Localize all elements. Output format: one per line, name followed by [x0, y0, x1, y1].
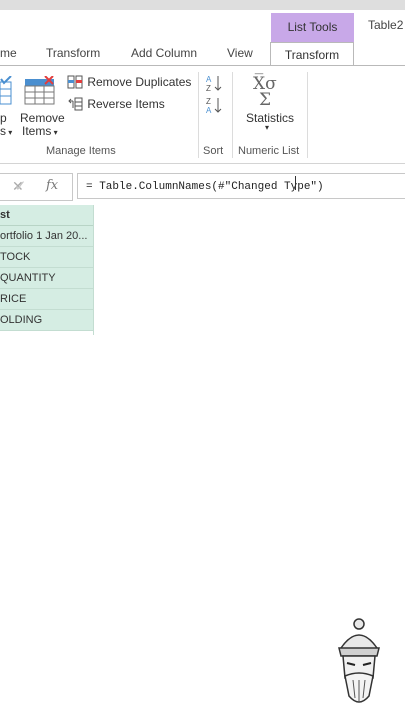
svg-text:A: A — [206, 75, 212, 84]
sort-descending-button[interactable]: Z A — [206, 96, 224, 117]
list-item[interactable]: RICE — [0, 289, 94, 310]
svg-text:Z: Z — [206, 97, 211, 106]
sort-group-label: Sort — [203, 145, 224, 157]
formula-input[interactable]: = Table.ColumnNames(#"Changed Type") — [77, 173, 405, 199]
sage-face-icon — [338, 618, 380, 703]
mascot-logo — [333, 618, 385, 711]
list-item[interactable]: OLDING — [0, 310, 94, 331]
window-title: Table2 — [368, 18, 404, 32]
keep-items-label: p — [0, 111, 7, 125]
tab-add-column[interactable]: Add Column — [131, 46, 197, 60]
reverse-items-label: Reverse Items — [87, 97, 165, 111]
keep-items-label-2: s ▾ — [0, 124, 13, 138]
group-separator — [307, 72, 308, 158]
list-tools-context-header: List Tools — [271, 13, 354, 42]
keep-items-icon — [0, 75, 12, 105]
list-preview: st ortfolio 1 Jan 20... TOCK QUANTITY RI… — [0, 205, 94, 331]
formula-controls: ✕ ✓ fx — [0, 173, 73, 201]
list-item[interactable]: ortfolio 1 Jan 20... — [0, 226, 94, 247]
chevron-down-icon: ▾ — [265, 123, 270, 132]
check-icon[interactable]: ✓ — [14, 177, 27, 195]
svg-text:Z: Z — [206, 84, 211, 92]
fx-icon[interactable]: fx — [46, 178, 58, 193]
list-item[interactable]: QUANTITY — [0, 268, 94, 289]
statistics-button[interactable]: X̅σ Σ — [252, 73, 282, 110]
numeric-list-group-label: Numeric List — [238, 145, 300, 157]
ribbon: p s ▾ Remove Items ▾ Remove Duplicates R… — [0, 65, 405, 164]
remove-duplicates-label: Remove Duplicates — [87, 75, 192, 89]
statistics-icon: X̅σ Σ — [253, 73, 277, 110]
tab-home[interactable]: me — [0, 46, 17, 60]
text-cursor — [295, 176, 298, 190]
tab-view[interactable]: View — [227, 46, 253, 60]
svg-text:Σ: Σ — [259, 90, 271, 107]
sort-ascending-icon: A Z — [206, 75, 222, 93]
group-separator — [232, 72, 233, 158]
remove-duplicates-button[interactable]: Remove Duplicates — [67, 75, 191, 89]
reverse-items-button[interactable]: Reverse Items — [67, 97, 165, 111]
svg-text:A: A — [206, 106, 212, 114]
list-column-header[interactable]: st — [0, 205, 94, 226]
reverse-items-icon — [68, 97, 83, 111]
sort-ascending-button[interactable]: A Z — [206, 74, 224, 95]
remove-items-label-2: Items ▾ — [22, 124, 58, 138]
tab-transform[interactable]: Transform — [46, 46, 100, 60]
tab-list-transform[interactable]: Transform — [270, 42, 354, 67]
list-item[interactable]: TOCK — [0, 247, 94, 268]
group-separator — [198, 72, 199, 158]
manage-items-group-label: Manage Items — [46, 145, 116, 157]
keep-items-button[interactable] — [0, 75, 14, 109]
remove-items-label: Remove — [20, 111, 65, 125]
statistics-label: Statistics — [246, 111, 295, 125]
remove-items-button[interactable] — [24, 75, 56, 109]
remove-duplicates-icon — [67, 75, 83, 89]
sort-descending-icon: Z A — [206, 97, 222, 115]
remove-items-icon — [24, 75, 55, 105]
list-border — [93, 205, 94, 335]
